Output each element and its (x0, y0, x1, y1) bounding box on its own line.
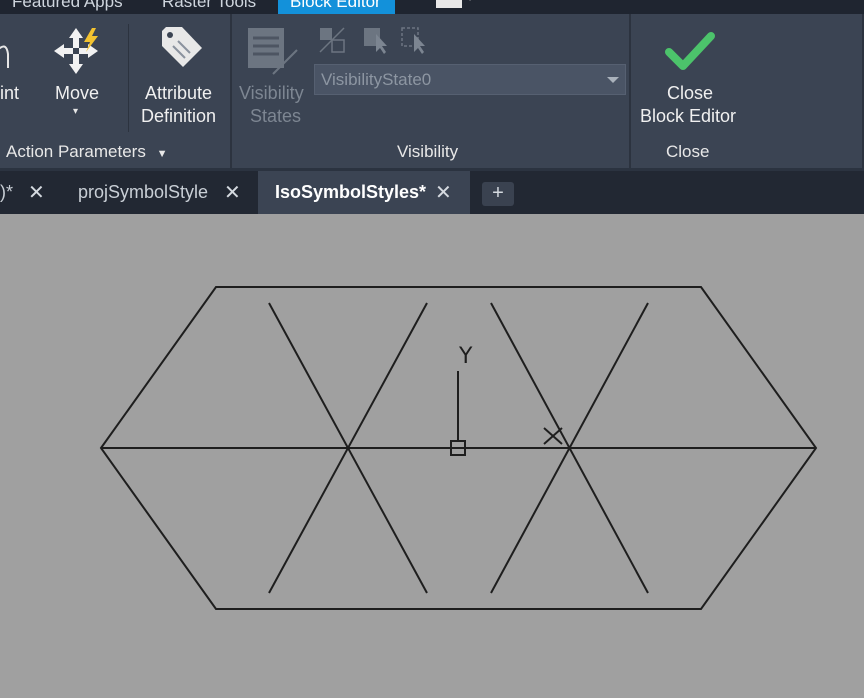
document-tab-bar: )* ✕ projSymbolStyle ✕ IsoSymbolStyles* … (0, 171, 864, 214)
doc-tab-label: IsoSymbolStyles* (275, 182, 427, 202)
ribbon-panel: int Move ▾ Attribute Definition Action P… (0, 14, 864, 168)
action-parameters-label: Action Parameters (6, 142, 146, 161)
move-label: Move (55, 83, 100, 103)
ribbon-tab-block-editor[interactable]: Block Editor (278, 0, 395, 14)
doc-tab-label: )* (0, 182, 13, 202)
quick-access-icon[interactable] (436, 0, 462, 8)
ucs-x-label: X (584, 469, 585, 471)
iso-symbol-drawing: Y X (99, 286, 818, 610)
panel-separator (629, 14, 631, 168)
close-label-line1: Close (667, 83, 714, 103)
attribute-definition-line1: Attribute (145, 83, 213, 103)
visibility-state-value: VisibilityState0 (321, 70, 432, 89)
ribbon-tab-featured-apps[interactable]: Featured Apps (12, 0, 123, 13)
visibility-states-line1: Visibility (239, 83, 304, 103)
quick-access-dropdown-icon[interactable]: ▾ (467, 0, 473, 4)
panel-title-visibility: Visibility (397, 142, 459, 161)
move-icon (54, 28, 98, 74)
checkmark-icon (665, 32, 715, 70)
visibility-mode-icon[interactable] (400, 26, 430, 54)
make-visible-icon[interactable] (318, 26, 348, 54)
action-parameters-dropdown-icon: ▼ (156, 148, 168, 160)
close-icon[interactable]: ✕ (28, 180, 45, 205)
chevron-down-icon (607, 77, 619, 83)
point-icon (0, 45, 9, 68)
attribute-definition-line2: Definition (141, 106, 217, 126)
ribbon-subseparator (128, 24, 129, 132)
new-tab-plus-icon[interactable]: + (482, 182, 514, 206)
close-icon[interactable]: ✕ (224, 180, 241, 205)
close-icon[interactable]: ✕ (435, 180, 452, 205)
attribute-tag-icon (162, 27, 202, 67)
doc-tab-isosymbolstyles[interactable]: IsoSymbolStyles* ✕ (258, 171, 470, 214)
point-label: int (0, 83, 20, 103)
visibility-states-icon (248, 28, 298, 75)
doc-tab-partial[interactable]: )* ✕ (0, 171, 56, 214)
ribbon-tab-strip: Featured Apps Raster Tools Block Editor … (0, 0, 864, 14)
panel-title-action-parameters[interactable]: Action Parameters ▼ (6, 142, 167, 162)
ucs-y-label: Y (458, 344, 473, 369)
panel-separator (230, 14, 232, 168)
panel-title-close: Close (666, 142, 710, 161)
visibility-states-line2: States (250, 106, 302, 126)
doc-tab-label: projSymbolStyle (78, 182, 209, 202)
close-label-line2: Block Editor (640, 106, 737, 126)
drawing-canvas[interactable]: Y X (0, 214, 864, 698)
make-invisible-icon[interactable] (362, 26, 392, 54)
move-dropdown-icon[interactable]: ▾ (73, 106, 78, 117)
doc-tab-projsymbolstyle[interactable]: projSymbolStyle ✕ (62, 171, 256, 214)
ribbon-tab-raster-tools[interactable]: Raster Tools (162, 0, 256, 13)
visibility-state-dropdown[interactable]: VisibilityState0 (314, 64, 626, 95)
